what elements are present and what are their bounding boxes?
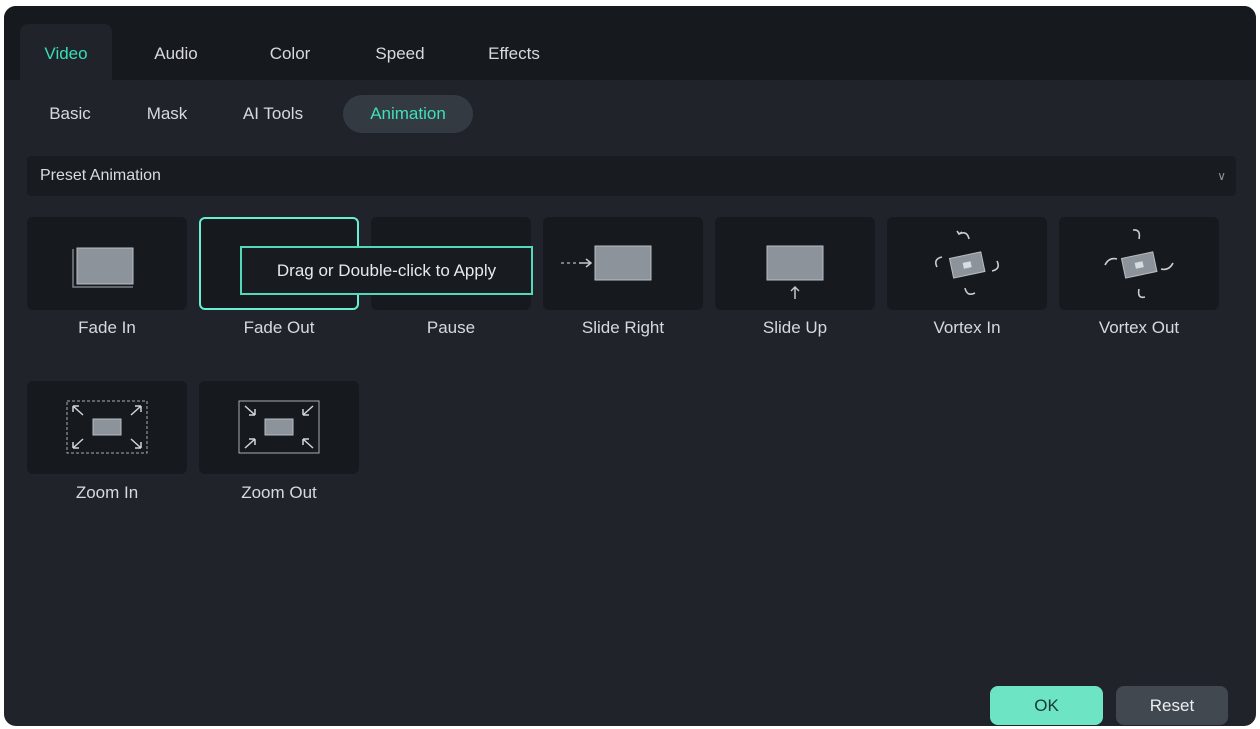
- zoom-out-icon: [238, 400, 320, 454]
- subtab-basic[interactable]: Basic: [31, 95, 109, 133]
- chevron-down-icon: ∨: [1217, 169, 1226, 183]
- tab-effects[interactable]: Effects: [468, 24, 560, 80]
- animation-label-fade-out: Fade Out: [243, 318, 315, 337]
- subtab-mask[interactable]: Mask: [132, 95, 202, 133]
- animation-label-vortex-in: Vortex In: [933, 318, 1001, 337]
- tab-video[interactable]: Video: [20, 24, 112, 80]
- animation-label-slide-up: Slide Up: [762, 318, 828, 337]
- tooltip: Drag or Double-click to Apply: [240, 246, 533, 295]
- animation-label-pause: Pause: [426, 318, 476, 337]
- animation-label-slide-right: Slide Right: [581, 318, 665, 337]
- animation-tile-vortex-out[interactable]: [1059, 217, 1219, 310]
- animation-tile-slide-right[interactable]: [543, 217, 703, 310]
- tab-speed[interactable]: Speed: [354, 24, 446, 80]
- animation-label-vortex-out: Vortex Out: [1098, 318, 1180, 337]
- slide-up-icon: [766, 245, 824, 299]
- animation-tile-zoom-out[interactable]: [199, 381, 359, 474]
- animation-label-fade-in: Fade In: [78, 318, 136, 337]
- preset-animation-label: Preset Animation: [40, 167, 161, 184]
- zoom-in-icon: [66, 400, 148, 454]
- tab-audio[interactable]: Audio: [130, 24, 222, 80]
- animation-tile-zoom-in[interactable]: [27, 381, 187, 474]
- reset-button[interactable]: Reset: [1116, 686, 1228, 725]
- animation-tile-fade-in[interactable]: [27, 217, 187, 310]
- main-tab-bar: Video Audio Color Speed Effects: [4, 6, 1256, 80]
- tab-color[interactable]: Color: [244, 24, 336, 80]
- vortex-out-icon: [1104, 229, 1174, 299]
- subtab-ai-tools[interactable]: AI Tools: [228, 95, 318, 133]
- animation-tile-slide-up[interactable]: [715, 217, 875, 310]
- slide-right-icon: [561, 245, 652, 281]
- fade-in-icon: [72, 247, 134, 288]
- animation-label-zoom-out: Zoom Out: [241, 483, 317, 502]
- vortex-in-icon: [935, 230, 999, 295]
- animation-label-zoom-in: Zoom In: [75, 483, 139, 502]
- subtab-animation[interactable]: Animation: [343, 95, 473, 133]
- animation-panel: Video Audio Color Speed Effects Basic Ma…: [4, 6, 1256, 726]
- animation-tile-vortex-in[interactable]: [887, 217, 1047, 310]
- preset-animation-dropdown[interactable]: Preset Animation ∨: [27, 156, 1236, 196]
- ok-button[interactable]: OK: [990, 686, 1103, 725]
